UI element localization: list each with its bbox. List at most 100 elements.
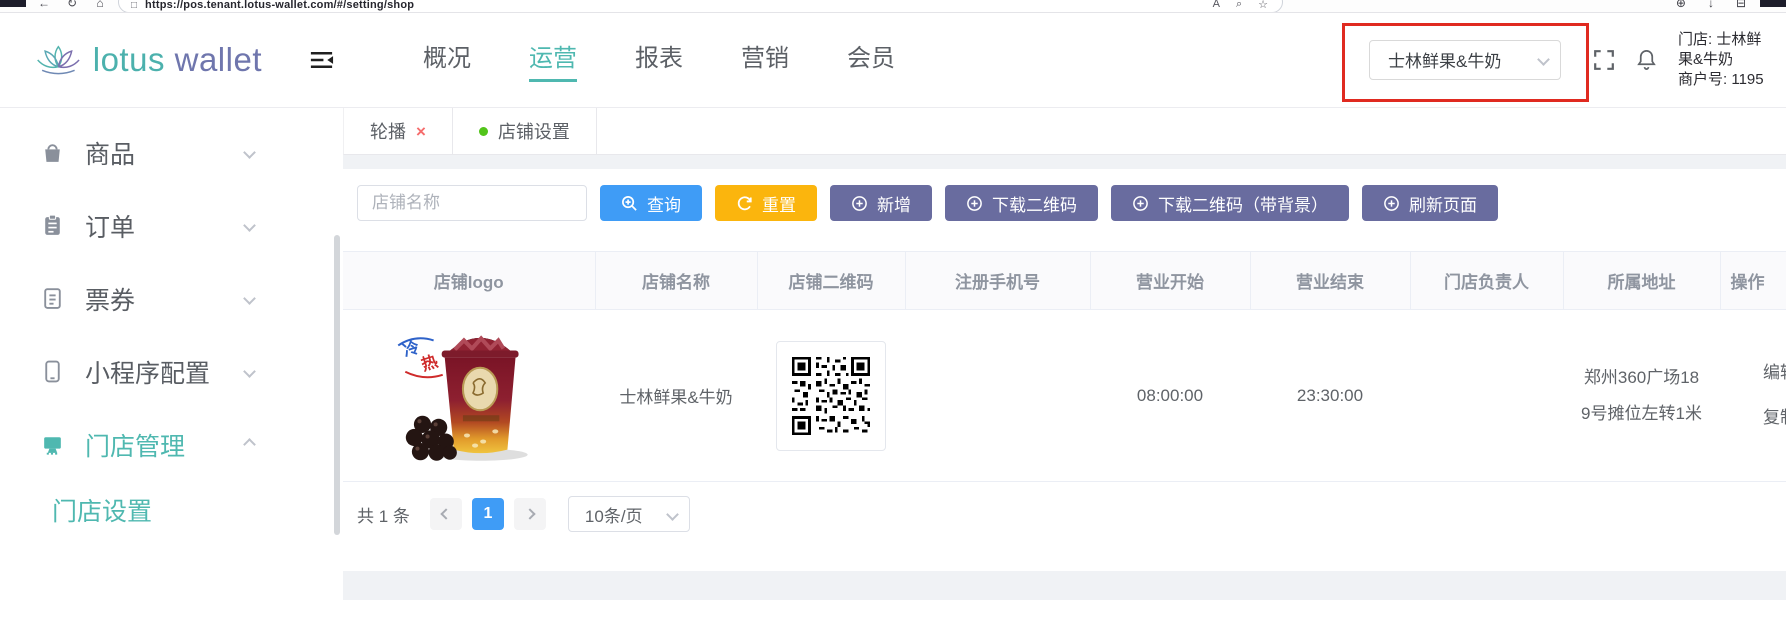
table-header-row: 店铺logo 店铺名称 店铺二维码 注册手机号 营业开始 营业结束 门店负责人 … bbox=[343, 252, 1786, 310]
button-label: 刷新页面 bbox=[1409, 191, 1477, 216]
tab-shop-settings[interactable]: 店铺设置 bbox=[453, 108, 597, 154]
close-icon[interactable]: × bbox=[416, 123, 426, 140]
store-icon bbox=[40, 432, 65, 457]
add-button[interactable]: 新增 bbox=[830, 185, 932, 221]
store-qr-box[interactable] bbox=[776, 341, 886, 451]
pagination-total: 共 1 条 bbox=[357, 502, 410, 527]
star-icon[interactable]: ☆ bbox=[1258, 0, 1268, 11]
chevron-down-icon bbox=[243, 292, 256, 305]
scrollbar[interactable] bbox=[334, 235, 340, 535]
chevron-down-icon bbox=[666, 508, 679, 521]
sidebar-subitem-label: 门店设置 bbox=[52, 492, 152, 528]
bag-icon bbox=[40, 140, 65, 165]
chevron-right-icon bbox=[524, 508, 535, 519]
col-header-open: 营业开始 bbox=[1090, 252, 1250, 310]
registered-phone-cell bbox=[905, 310, 1090, 482]
header-right: 士林鲜果&牛奶 门店: 士林鲜果&牛奶 商户号: 1195 bbox=[1369, 30, 1770, 89]
plus-circle-icon bbox=[1383, 195, 1400, 212]
sidebar-item-tickets[interactable]: 票券 bbox=[0, 262, 310, 335]
tab-carousel[interactable]: 轮播 × bbox=[344, 108, 453, 154]
col-header-qr: 店铺二维码 bbox=[757, 252, 905, 310]
store-selector[interactable]: 士林鲜果&牛奶 bbox=[1369, 40, 1561, 80]
fullscreen-icon[interactable] bbox=[1593, 49, 1615, 71]
address-line: 9号摊位左转1米 bbox=[1571, 396, 1712, 432]
pagination: 共 1 条 1 10条/页 bbox=[357, 496, 1786, 532]
sidebar-item-label: 订单 bbox=[85, 208, 135, 244]
store-name-cell: 士林鲜果&牛奶 bbox=[595, 310, 757, 482]
browser-url-text: https://pos.tenant.lotus-wallet.com/#/se… bbox=[145, 0, 414, 11]
button-label: 重置 bbox=[762, 191, 796, 216]
sidebar-item-goods[interactable]: 商品 bbox=[0, 116, 310, 189]
sidebar-item-store-settings[interactable]: 门店设置 bbox=[0, 481, 310, 539]
shop-settings-panel: 查询 重置 新增 bbox=[343, 169, 1786, 571]
page-1-button[interactable]: 1 bbox=[472, 498, 504, 530]
col-header-phone: 注册手机号 bbox=[905, 252, 1090, 310]
zoom-search-icon bbox=[621, 195, 638, 212]
browser-url-bar[interactable]: □ https://pos.tenant.lotus-wallet.com/#/… bbox=[118, 0, 1283, 13]
top-nav: 概况 运营 报表 营销 会员 bbox=[423, 38, 895, 82]
chevron-down-icon bbox=[243, 365, 256, 378]
col-header-actions: 操作 bbox=[1720, 252, 1786, 310]
brand: lotus wallet bbox=[34, 38, 262, 82]
store-selector-wrap: 士林鲜果&牛奶 bbox=[1369, 40, 1561, 80]
button-label: 查询 bbox=[647, 191, 681, 216]
chevron-left-icon bbox=[440, 508, 451, 519]
active-tab-dot-icon bbox=[479, 127, 488, 136]
browser-back-icon[interactable]: ← bbox=[36, 0, 52, 10]
apps-icon[interactable]: ⊟ bbox=[1736, 0, 1746, 10]
chevron-down-icon bbox=[243, 146, 256, 159]
download-qr-button[interactable]: 下载二维码 bbox=[945, 185, 1098, 221]
nav-overview[interactable]: 概况 bbox=[423, 38, 471, 82]
sidebar-item-orders[interactable]: 订单 bbox=[0, 189, 310, 262]
next-page-button[interactable] bbox=[514, 498, 546, 530]
screen: ← ↻ ⌂ □ https://pos.tenant.lotus-wallet.… bbox=[0, 0, 1786, 626]
tab-bar: 轮播 × 店铺设置 bbox=[343, 108, 1786, 155]
bell-icon[interactable] bbox=[1635, 48, 1658, 71]
close-time-cell: 23:30:00 bbox=[1250, 310, 1410, 482]
copy-link[interactable]: 复制 bbox=[1728, 396, 1786, 440]
browser-home-icon[interactable]: ⌂ bbox=[92, 0, 108, 10]
main-content: 轮播 × 店铺设置 查询 bbox=[343, 108, 1786, 626]
sidebar: 商品 订单 票券 小程序配置 bbox=[0, 108, 310, 626]
nav-marketing[interactable]: 营销 bbox=[741, 38, 789, 82]
store-qr-code bbox=[792, 357, 870, 435]
sidebar-item-miniapp[interactable]: 小程序配置 bbox=[0, 335, 310, 408]
filter-row: 查询 重置 新增 bbox=[357, 185, 1786, 221]
plus-circle-icon bbox=[966, 195, 983, 212]
nav-reports[interactable]: 报表 bbox=[635, 38, 683, 82]
page-icon: □ bbox=[131, 0, 137, 11]
app-header: lotus wallet 概况 运营 报表 营销 会员 士林鲜果&牛奶 bbox=[0, 13, 1786, 108]
page-size-select[interactable]: 10条/页 bbox=[568, 496, 690, 532]
reset-button[interactable]: 重置 bbox=[715, 185, 817, 221]
prev-page-button[interactable] bbox=[430, 498, 462, 530]
window-corner bbox=[1760, 0, 1786, 7]
text-size-icon[interactable]: A bbox=[1213, 0, 1220, 11]
refresh-icon bbox=[736, 195, 753, 212]
clipboard-icon bbox=[40, 213, 65, 238]
actions-cell: 编辑 复制 bbox=[1720, 310, 1786, 482]
col-header-address: 所属地址 bbox=[1563, 252, 1720, 310]
menu-fold-icon[interactable] bbox=[308, 48, 335, 72]
downloads-icon[interactable]: ↓ bbox=[1708, 0, 1714, 10]
store-selector-value: 士林鲜果&牛奶 bbox=[1388, 47, 1539, 72]
extensions-icon[interactable]: ⊕ bbox=[1676, 0, 1686, 10]
col-header-name: 店铺名称 bbox=[595, 252, 757, 310]
search-icon[interactable]: ⌕ bbox=[1236, 0, 1242, 11]
sidebar-item-label: 小程序配置 bbox=[85, 354, 210, 390]
browser-reload-icon[interactable]: ↻ bbox=[64, 0, 80, 10]
browser-toolbar: ← ↻ ⌂ □ https://pos.tenant.lotus-wallet.… bbox=[0, 0, 1786, 13]
button-label: 下载二维码（带背景） bbox=[1158, 191, 1328, 216]
nav-members[interactable]: 会员 bbox=[847, 38, 895, 82]
button-label: 新增 bbox=[877, 191, 911, 216]
download-qr-bg-button[interactable]: 下载二维码（带背景） bbox=[1111, 185, 1349, 221]
table-row: 冷 热 士林鲜果&牛奶 bbox=[343, 310, 1786, 482]
nav-operations[interactable]: 运营 bbox=[529, 38, 577, 82]
page-size-value: 10条/页 bbox=[585, 502, 643, 527]
shop-name-input[interactable] bbox=[357, 185, 587, 221]
refresh-page-button[interactable]: 刷新页面 bbox=[1362, 185, 1498, 221]
sidebar-item-store-management[interactable]: 门店管理 bbox=[0, 408, 310, 481]
phone-icon bbox=[40, 359, 65, 384]
query-button[interactable]: 查询 bbox=[600, 185, 702, 221]
merchant-info: 门店: 士林鲜果&牛奶 商户号: 1195 bbox=[1678, 30, 1770, 89]
edit-link[interactable]: 编辑 bbox=[1728, 351, 1786, 395]
